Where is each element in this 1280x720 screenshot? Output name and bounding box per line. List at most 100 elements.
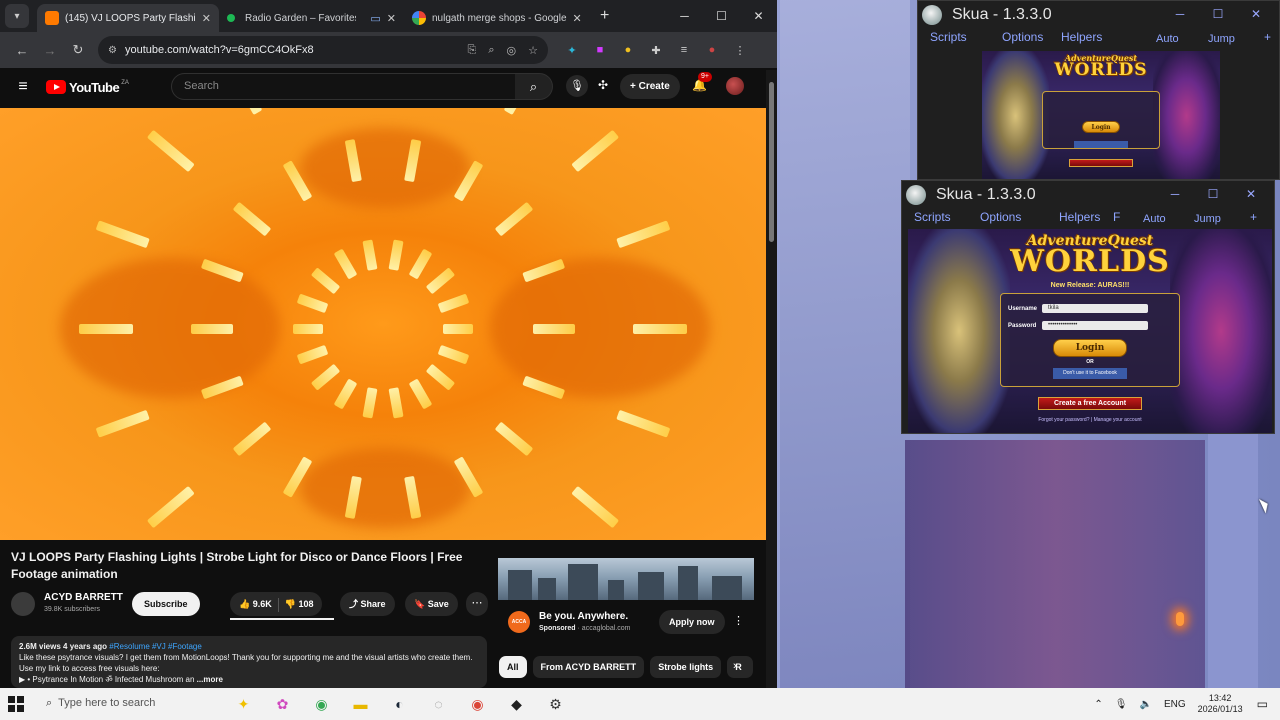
menu-scripts[interactable]: Scripts xyxy=(930,30,967,44)
hamburger-menu-icon[interactable]: ≡ xyxy=(8,78,38,96)
search-input[interactable]: Search xyxy=(171,73,516,100)
voice-search-button[interactable]: 🎙 xyxy=(566,75,588,97)
ad-headline[interactable]: Be you. Anywhere. xyxy=(539,611,628,622)
tab-youtube[interactable]: (145) VJ LOOPS Party Flashing L ✕ xyxy=(37,4,219,32)
account-avatar[interactable] xyxy=(726,77,744,95)
menu-jump[interactable]: Jump xyxy=(1194,213,1221,225)
skua-titlebar[interactable]: Skua - 1.3.3.0 ─ ☐ ✕ xyxy=(902,181,1274,209)
install-icon[interactable]: ⎘ xyxy=(468,44,477,57)
app-flower-icon[interactable]: ✿ xyxy=(263,688,302,720)
chrome-alt-icon[interactable]: ◉ xyxy=(458,688,497,720)
url-text[interactable]: youtube.com/watch?v=6gmCC4OkFx8 xyxy=(125,44,456,56)
close-tab-icon[interactable]: ✕ xyxy=(573,12,582,25)
extension-2-icon[interactable]: ■ xyxy=(586,44,614,57)
new-tab-icon[interactable]: + xyxy=(600,7,609,25)
advertiser-logo[interactable]: ACCA xyxy=(508,611,530,633)
game-view-back[interactable]: AdventureQuest WORLDS Login xyxy=(982,51,1220,179)
create-account-button[interactable]: Create a free Account xyxy=(1038,397,1142,410)
ad-banner-image[interactable] xyxy=(498,558,754,600)
menu-scripts[interactable]: Scripts xyxy=(914,210,951,224)
like-button[interactable]: 👍 9.6K xyxy=(239,599,272,609)
notifications-icon[interactable]: ▭ xyxy=(1257,697,1268,711)
close-icon[interactable]: ✕ xyxy=(1232,187,1270,201)
dislike-button[interactable]: 👎 108 xyxy=(285,599,314,609)
apply-now-button[interactable]: Apply now xyxy=(659,610,725,634)
search-button[interactable]: ⌕ xyxy=(515,73,553,100)
minimize-icon[interactable]: ─ xyxy=(1156,187,1194,201)
tab-radio-garden[interactable]: Radio Garden – Favorites ▭ ✕ xyxy=(219,4,404,32)
chrome-menu-icon[interactable]: ⋮ xyxy=(726,44,754,57)
youtube-logo[interactable]: YouTube ZA xyxy=(46,80,129,95)
skua-titlebar[interactable]: Skua - 1.3.3.0 ─ ☐ ✕ xyxy=(918,1,1279,29)
close-icon[interactable]: ✕ xyxy=(1237,7,1275,21)
menu-options[interactable]: Options xyxy=(980,210,1021,224)
profile-icon[interactable]: ● xyxy=(698,44,726,57)
ad-menu-icon[interactable]: ⋮ xyxy=(733,614,744,627)
close-tab-icon[interactable]: ✕ xyxy=(387,12,396,25)
share-button[interactable]: ⤴ Share xyxy=(340,592,395,616)
extensions-puzzle-icon[interactable]: ✚ xyxy=(642,44,670,57)
subscribe-button[interactable]: Subscribe xyxy=(132,592,200,616)
eye-off-icon[interactable]: ◎ xyxy=(507,44,517,57)
zoom-icon[interactable]: ⌕ xyxy=(488,44,494,57)
menu-truncated[interactable]: F xyxy=(1113,210,1120,224)
language-indicator[interactable]: ENG xyxy=(1164,699,1186,710)
chip-from-channel[interactable]: From ACYD BARRETT xyxy=(532,656,645,678)
reload-icon[interactable]: ↻ xyxy=(64,42,92,58)
username-input[interactable]: tkila xyxy=(1042,304,1148,313)
skua-window-back[interactable]: Skua - 1.3.3.0 ─ ☐ ✕ Scripts Options Hel… xyxy=(917,0,1280,180)
forgot-password-link[interactable]: Forgot your password? xyxy=(1038,417,1089,423)
windows-start-icon[interactable] xyxy=(8,696,24,712)
volume-icon[interactable]: 🔈 xyxy=(1139,699,1151,710)
app-dark-icon[interactable]: ◆ xyxy=(497,688,536,720)
menu-auto[interactable]: Auto xyxy=(1156,33,1179,45)
taskbar-clock[interactable]: 13:42 2026/01/13 xyxy=(1198,693,1243,715)
tray-chevron-icon[interactable]: ⌃ xyxy=(1094,699,1102,710)
menu-helpers[interactable]: Helpers xyxy=(1059,210,1100,224)
media-control-icon[interactable]: ≡ xyxy=(670,44,698,57)
settings-gear-icon[interactable]: ⚙ xyxy=(536,688,575,720)
bookmark-star-icon[interactable]: ☆ xyxy=(528,44,538,57)
save-button[interactable]: 🔖 Save xyxy=(405,592,458,616)
menu-auto[interactable]: Auto xyxy=(1143,213,1166,225)
hashtags[interactable]: #Resolume #VJ #Footage xyxy=(109,642,202,651)
maximize-icon[interactable]: ☐ xyxy=(1194,187,1232,201)
show-more-link[interactable]: ...more xyxy=(197,675,223,684)
cast-icon[interactable]: ✣ xyxy=(598,78,608,92)
create-button[interactable]: + Create xyxy=(620,74,680,99)
widgets-icon[interactable]: ✦ xyxy=(224,688,263,720)
minimize-icon[interactable]: ─ xyxy=(1161,7,1199,21)
extension-3-icon[interactable]: ● xyxy=(614,44,642,57)
password-input[interactable]: •••••••••••••• xyxy=(1042,321,1148,330)
maximize-icon[interactable]: ☐ xyxy=(703,0,740,32)
add-icon[interactable]: + xyxy=(1264,30,1271,44)
tab-search-button[interactable]: ▾ xyxy=(5,4,29,28)
login-button[interactable]: Login xyxy=(1082,121,1120,133)
page-scrollbar[interactable] xyxy=(766,70,777,688)
app-icon[interactable]: ◌ xyxy=(419,688,458,720)
media-icon[interactable]: ▭ xyxy=(370,12,380,25)
steam-icon[interactable]: ◐ xyxy=(380,688,419,720)
game-view[interactable]: AdventureQuest WORLDS New Release: AURAS… xyxy=(908,229,1272,433)
chips-next-icon[interactable]: › xyxy=(733,660,737,672)
minimize-icon[interactable]: ─ xyxy=(666,0,703,32)
back-icon[interactable]: ← xyxy=(8,43,36,58)
video-player[interactable] xyxy=(0,108,766,540)
login-button[interactable]: Login xyxy=(1053,339,1127,357)
add-icon[interactable]: + xyxy=(1250,210,1257,224)
video-description[interactable]: 2.6M views 4 years ago #Resolume #VJ #Fo… xyxy=(11,636,487,688)
tab-google-search[interactable]: nulgath merge shops - Google ✕ xyxy=(404,4,592,32)
facebook-login-button[interactable] xyxy=(1074,141,1128,148)
maximize-icon[interactable]: ☐ xyxy=(1199,7,1237,21)
close-tab-icon[interactable]: ✕ xyxy=(202,12,211,25)
address-bar[interactable]: ⚙ youtube.com/watch?v=6gmCC4OkFx8 ⎘ ⌕ ◎ … xyxy=(98,36,548,64)
menu-options[interactable]: Options xyxy=(1002,30,1043,44)
facebook-login-button[interactable]: Don't use it to Facebook xyxy=(1053,368,1127,379)
file-explorer-icon[interactable]: ▬ xyxy=(341,688,380,720)
menu-jump[interactable]: Jump xyxy=(1208,33,1235,45)
chip-related[interactable]: R xyxy=(727,656,754,678)
skua-window-front[interactable]: Skua - 1.3.3.0 ─ ☐ ✕ Scripts Options Hel… xyxy=(901,180,1275,434)
forward-icon[interactable]: → xyxy=(36,43,64,58)
close-window-icon[interactable]: ✕ xyxy=(740,0,777,32)
chip-all[interactable]: All xyxy=(499,656,527,678)
